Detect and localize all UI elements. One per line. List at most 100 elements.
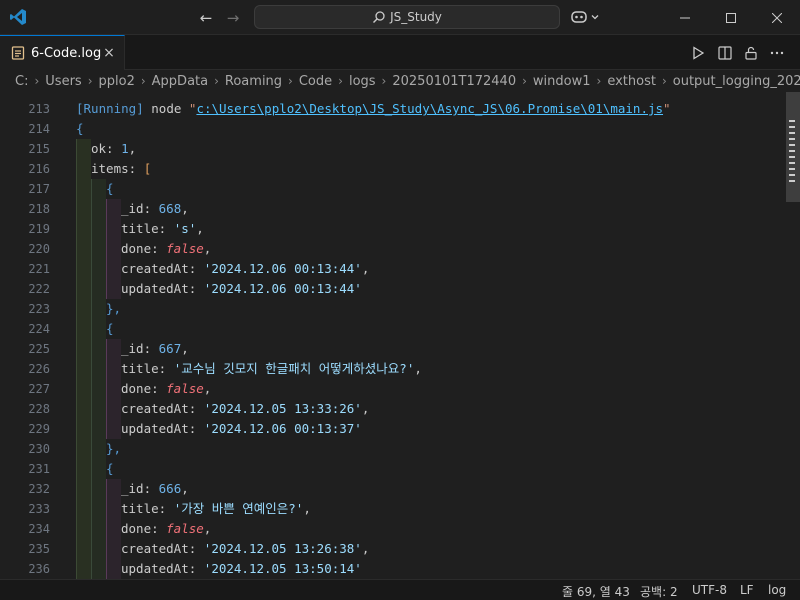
breadcrumb-item[interactable]: C: [15,74,28,89]
vscode-logo-icon[interactable] [9,8,27,26]
breadcrumb-item[interactable]: pplo2 [99,74,135,89]
encoding-status[interactable]: UTF-8 [692,583,727,597]
lock-group-button[interactable] [742,44,760,62]
overview-mark [789,168,795,170]
line-number: 216 [28,162,50,176]
breadcrumb-item[interactable]: logs [349,74,376,89]
minimize-button[interactable] [662,0,708,35]
code-token: done: [121,241,167,256]
code-line[interactable]: 234 done: false, [0,519,786,539]
cursor-position[interactable]: 줄 69, 열 43 [562,583,630,600]
code-line[interactable]: 218 _id: 668, [0,199,786,219]
code-line[interactable]: 224 { [0,319,786,339]
chevron-right-icon: › [214,74,219,88]
code-line[interactable]: 214 { [0,119,786,139]
code-line[interactable]: 213 [Running] node "c:\Users\pplo2\Deskto… [0,99,786,119]
scrollbar-thumb[interactable] [786,92,800,202]
code-line[interactable]: 231 { [0,459,786,479]
maximize-button[interactable] [708,0,754,35]
code-token: '가장 바쁜 연예인은?' [173,501,304,516]
indent-guide [76,439,91,459]
indent-guide [76,339,91,359]
indent-guide [106,519,121,539]
more-actions-button[interactable] [768,44,786,62]
code-token: false [166,381,204,396]
line-number: 228 [28,402,50,416]
code-line[interactable]: 216 items: [ [0,159,786,179]
breadcrumb-item[interactable]: Roaming [225,74,282,89]
chevron-right-icon: › [288,74,293,88]
code-line[interactable]: 228 createdAt: '2024.12.05 13:33:26', [0,399,786,419]
indent-guide [106,399,121,419]
back-arrow-icon[interactable]: ← [197,9,215,27]
code-token: '2024.12.05 13:33:26' [203,401,362,416]
code-line[interactable]: 223}, [0,299,786,319]
code-line[interactable]: 232 _id: 666, [0,479,786,499]
indent-guide [91,359,106,379]
editor-scrollbar[interactable] [786,92,800,579]
indent-guide [76,379,91,399]
command-center-search[interactable]: JS_Study [254,5,560,29]
indent-guide [106,499,121,519]
title-bar: ← → JS_Study [0,0,800,35]
code-line[interactable]: 226 title: '교수님 깃모지 한글패치 어떻게하셨나요?', [0,359,786,379]
code-line[interactable]: 233 title: '가장 바쁜 연예인은?', [0,499,786,519]
code-line[interactable]: 227 done: false, [0,379,786,399]
indent-guide [91,319,106,339]
split-editor-button[interactable] [716,44,734,62]
language-mode[interactable]: log [768,583,786,597]
code-text: items: [ [91,159,151,179]
code-token: '2024.12.05 13:50:14' [203,561,362,576]
line-number: 236 [28,562,50,576]
code-line[interactable]: 236 updatedAt: '2024.12.05 13:50:14' [0,559,786,579]
indent-guide [76,279,91,299]
forward-arrow-icon[interactable]: → [224,9,242,27]
code-token: 666 [158,481,182,496]
chevron-down-icon [591,15,599,20]
chevron-right-icon: › [596,74,602,88]
code-line[interactable]: 235 createdAt: '2024.12.05 13:26:38', [0,539,786,559]
overview-mark [789,162,795,164]
run-code-button[interactable] [689,44,707,62]
close-window-button[interactable] [754,0,800,35]
indent-guide [91,239,106,259]
code-line[interactable]: 217 { [0,179,786,199]
code-token: , [361,541,370,556]
indent-guide [76,539,91,559]
indent-guide [91,539,106,559]
code-text: done: false, [121,379,211,399]
code-text: _id: 668, [121,199,189,219]
code-line[interactable]: 220 done: false, [0,239,786,259]
tab-close-icon[interactable]: × [101,45,117,61]
breadcrumb-item[interactable]: window1 [533,74,591,89]
code-token: , [181,341,189,356]
indent-guide [76,199,91,219]
indent-guide [91,179,106,199]
eol-status[interactable]: LF [740,583,754,597]
code-line[interactable]: 225 _id: 667, [0,339,786,359]
copilot-menu-button[interactable] [570,8,604,26]
tab-6-code-log[interactable]: 6-Code.log × [0,35,125,70]
breadcrumb-item[interactable]: Code [299,74,332,89]
code-line[interactable]: 222 updatedAt: '2024.12.06 00:13:44' [0,279,786,299]
breadcrumb-item[interactable]: 20250101T172440 [392,74,516,89]
code-line[interactable]: 221 createdAt: '2024.12.06 00:13:44', [0,259,786,279]
code-line[interactable]: 219 title: 's', [0,219,786,239]
breadcrumb-item[interactable]: output_logging_20250101T172445 [673,74,800,89]
line-number: 213 [28,102,50,116]
code-token: createdAt: [121,541,204,556]
code-token: , [203,521,212,536]
code-line[interactable]: 230}, [0,439,786,459]
breadcrumb-item[interactable]: exthost [607,74,656,89]
line-number: 224 [28,322,50,336]
code-text: { [106,459,114,479]
code-editor[interactable]: 213 [Running] node "c:\Users\pplo2\Deskto… [0,99,800,579]
breadcrumb-item[interactable]: AppData [152,74,208,89]
line-number: 223 [28,302,50,316]
code-token: ok: [91,141,122,156]
code-line[interactable]: 229 updatedAt: '2024.12.06 00:13:37' [0,419,786,439]
breadcrumb-item[interactable]: Users [45,74,81,89]
code-line[interactable]: 215 ok: 1, [0,139,786,159]
code-token[interactable]: c:\Users\pplo2\Desktop\JS_Study\Async_JS… [196,101,663,116]
indentation-status[interactable]: 공백: 2 [640,583,678,600]
